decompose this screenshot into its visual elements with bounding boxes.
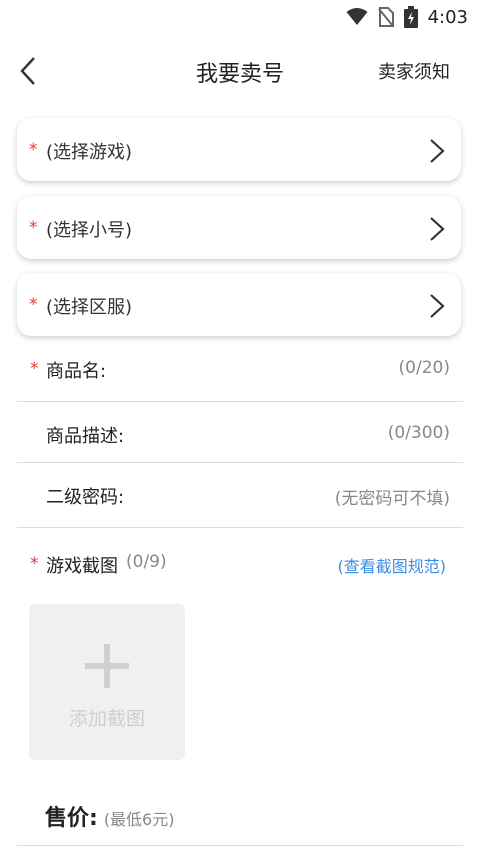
chevron-right-icon xyxy=(430,139,445,163)
select-game-label: (选择游戏) xyxy=(46,142,133,163)
product-name-label: 商品名: xyxy=(46,361,107,382)
secondary-password-field[interactable]: 二级密码: (无密码可不填) xyxy=(17,463,463,528)
screenshots-label: 游戏截图 xyxy=(46,556,118,577)
required-marker: * xyxy=(29,295,38,315)
seller-notice-link[interactable]: 卖家须知 xyxy=(378,58,450,84)
required-marker: * xyxy=(30,359,39,379)
product-name-field[interactable]: * 商品名: (0/20) xyxy=(17,345,463,402)
product-name-counter: (0/20) xyxy=(398,358,450,378)
screenshot-rules-link[interactable]: (查看截图规范) xyxy=(338,553,447,577)
divider xyxy=(17,845,463,846)
description-field[interactable]: 商品描述: (0/300) xyxy=(17,402,463,463)
chevron-right-icon xyxy=(430,294,445,318)
price-field[interactable]: 售价: (最低6元) xyxy=(45,800,174,832)
select-server-label: (选择区服) xyxy=(46,297,133,318)
required-marker: * xyxy=(29,140,38,160)
screenshots-header: * 游戏截图 (0/9) (查看截图规范) xyxy=(17,548,463,582)
no-sim-icon xyxy=(377,7,394,27)
description-label: 商品描述: xyxy=(46,426,125,447)
status-bar: 4:03 xyxy=(0,0,480,32)
secondary-password-label: 二级密码: xyxy=(46,487,125,508)
navigation-bar: 我要卖号 卖家须知 xyxy=(0,40,480,102)
description-counter: (0/300) xyxy=(387,423,450,443)
secondary-password-placeholder: (无密码可不填) xyxy=(334,489,450,509)
add-screenshot-button[interactable]: 添加截图 xyxy=(29,604,185,760)
battery-charging-icon xyxy=(403,6,418,28)
price-label: 售价: xyxy=(45,806,98,831)
screenshots-count: (0/9) xyxy=(126,552,167,572)
clock: 4:03 xyxy=(427,6,468,28)
select-game-card[interactable]: * (选择游戏) xyxy=(17,118,461,181)
select-account-label: (选择小号) xyxy=(46,220,133,241)
chevron-right-icon xyxy=(430,217,445,241)
select-server-card[interactable]: * (选择区服) xyxy=(17,273,461,336)
required-marker: * xyxy=(30,554,39,574)
wifi-icon xyxy=(346,8,368,25)
add-screenshot-label: 添加截图 xyxy=(68,708,145,730)
required-marker: * xyxy=(29,218,38,238)
price-hint: (最低6元) xyxy=(103,810,175,829)
select-account-card[interactable]: * (选择小号) xyxy=(17,196,461,259)
plus-icon xyxy=(85,644,129,688)
